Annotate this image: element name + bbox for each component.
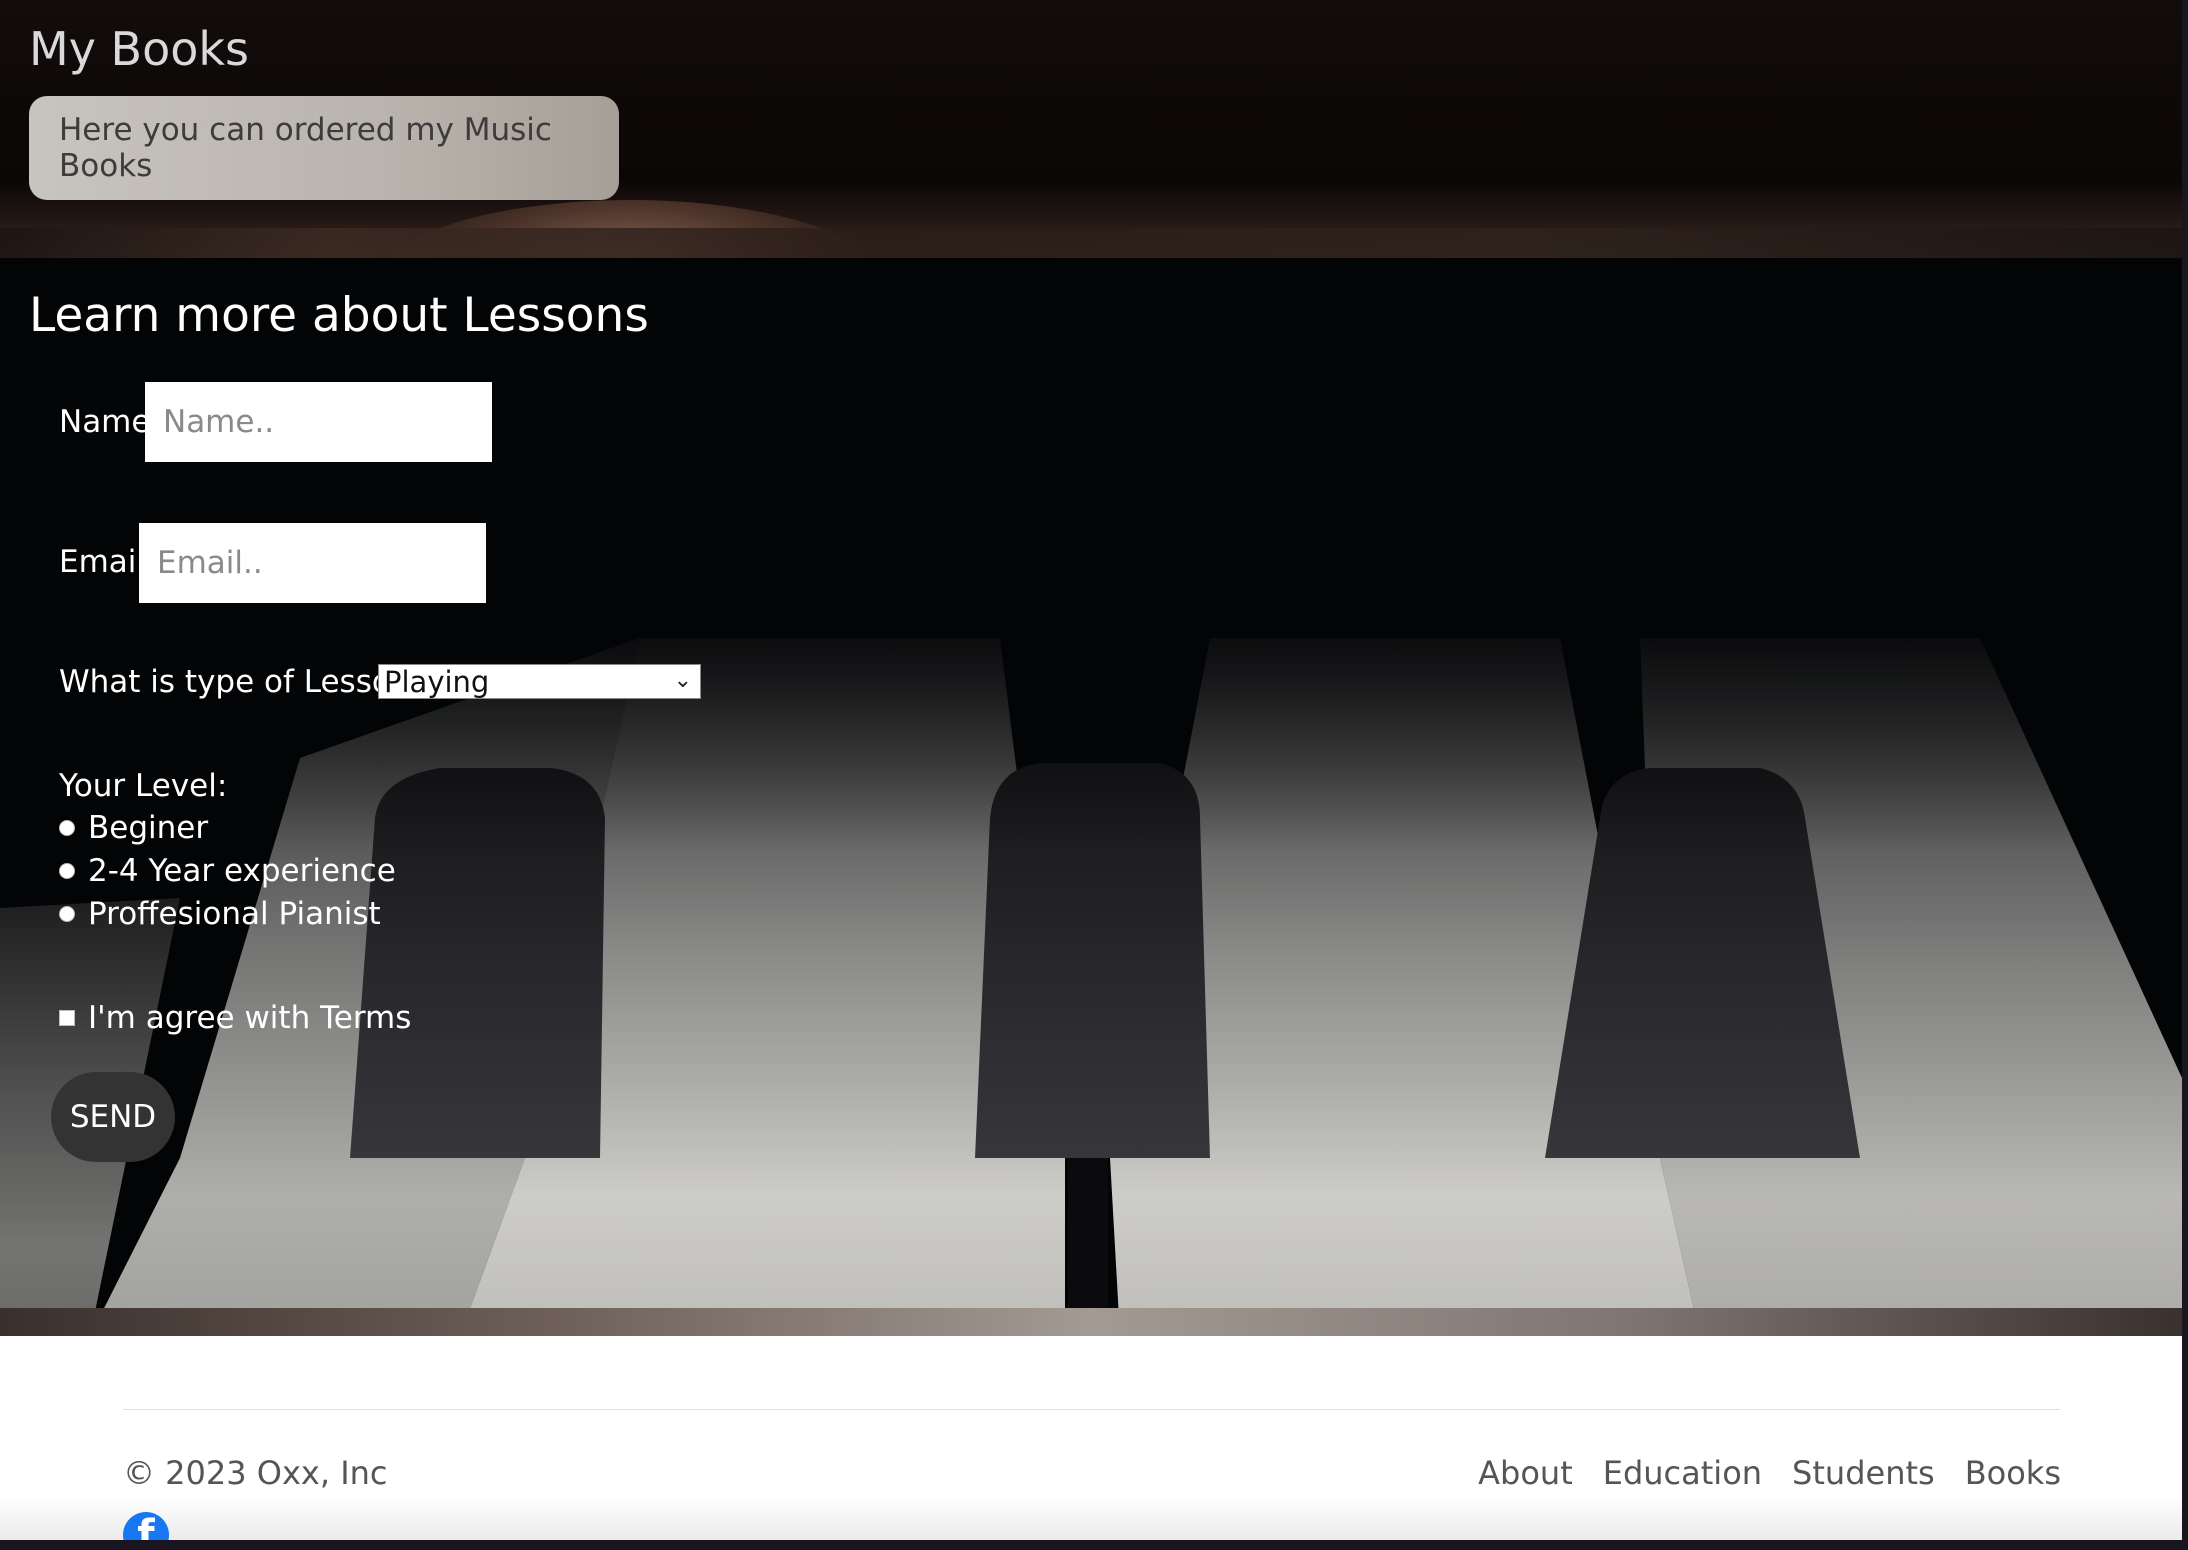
books-card: Here you can ordered my Music Books bbox=[29, 96, 619, 200]
footer-link-students[interactable]: Students bbox=[1792, 1454, 1935, 1492]
chevron-down-icon: ⌄ bbox=[673, 668, 692, 693]
footer-nav: About Education Students Books bbox=[1478, 1454, 2061, 1492]
name-label: Name bbox=[59, 404, 151, 440]
footer-link-books[interactable]: Books bbox=[1965, 1454, 2061, 1492]
footer-link-about[interactable]: About bbox=[1478, 1454, 1573, 1492]
footer: © 2023 Oxx, Inc About Education Students… bbox=[0, 1336, 2182, 1550]
radio-button[interactable] bbox=[59, 906, 75, 922]
email-label: Email bbox=[59, 544, 146, 580]
send-button[interactable]: SEND bbox=[51, 1072, 175, 1162]
radio-button[interactable] bbox=[59, 863, 75, 879]
level-label: Your Level: bbox=[59, 768, 228, 804]
books-card-text: Here you can ordered my Music Books bbox=[59, 112, 552, 184]
email-input[interactable] bbox=[139, 523, 486, 603]
name-input[interactable] bbox=[145, 382, 492, 462]
footer-link-education[interactable]: Education bbox=[1603, 1454, 1762, 1492]
level-option-beginner[interactable]: Beginer bbox=[59, 810, 208, 846]
lesson-type-label: What is type of Lessons bbox=[59, 664, 427, 700]
copyright: © 2023 Oxx, Inc bbox=[123, 1454, 388, 1492]
lesson-type-value: Playing bbox=[384, 664, 490, 699]
terms-checkbox-row[interactable]: I'm agree with Terms bbox=[59, 1000, 411, 1036]
page-title: My Books bbox=[29, 22, 249, 76]
radio-button[interactable] bbox=[59, 820, 75, 836]
lesson-type-select[interactable]: Playing ⌄ bbox=[378, 664, 701, 699]
form-title: Learn more about Lessons bbox=[29, 288, 649, 343]
footer-divider bbox=[123, 1409, 2060, 1410]
lessons-section: Learn more about Lessons Name Email What… bbox=[0, 258, 2182, 1336]
books-section: My Books Here you can ordered my Music B… bbox=[0, 0, 2182, 258]
level-option-professional[interactable]: Proffesional Pianist bbox=[59, 896, 381, 932]
level-option-experience[interactable]: 2-4 Year experience bbox=[59, 853, 396, 889]
terms-checkbox[interactable] bbox=[59, 1010, 75, 1026]
